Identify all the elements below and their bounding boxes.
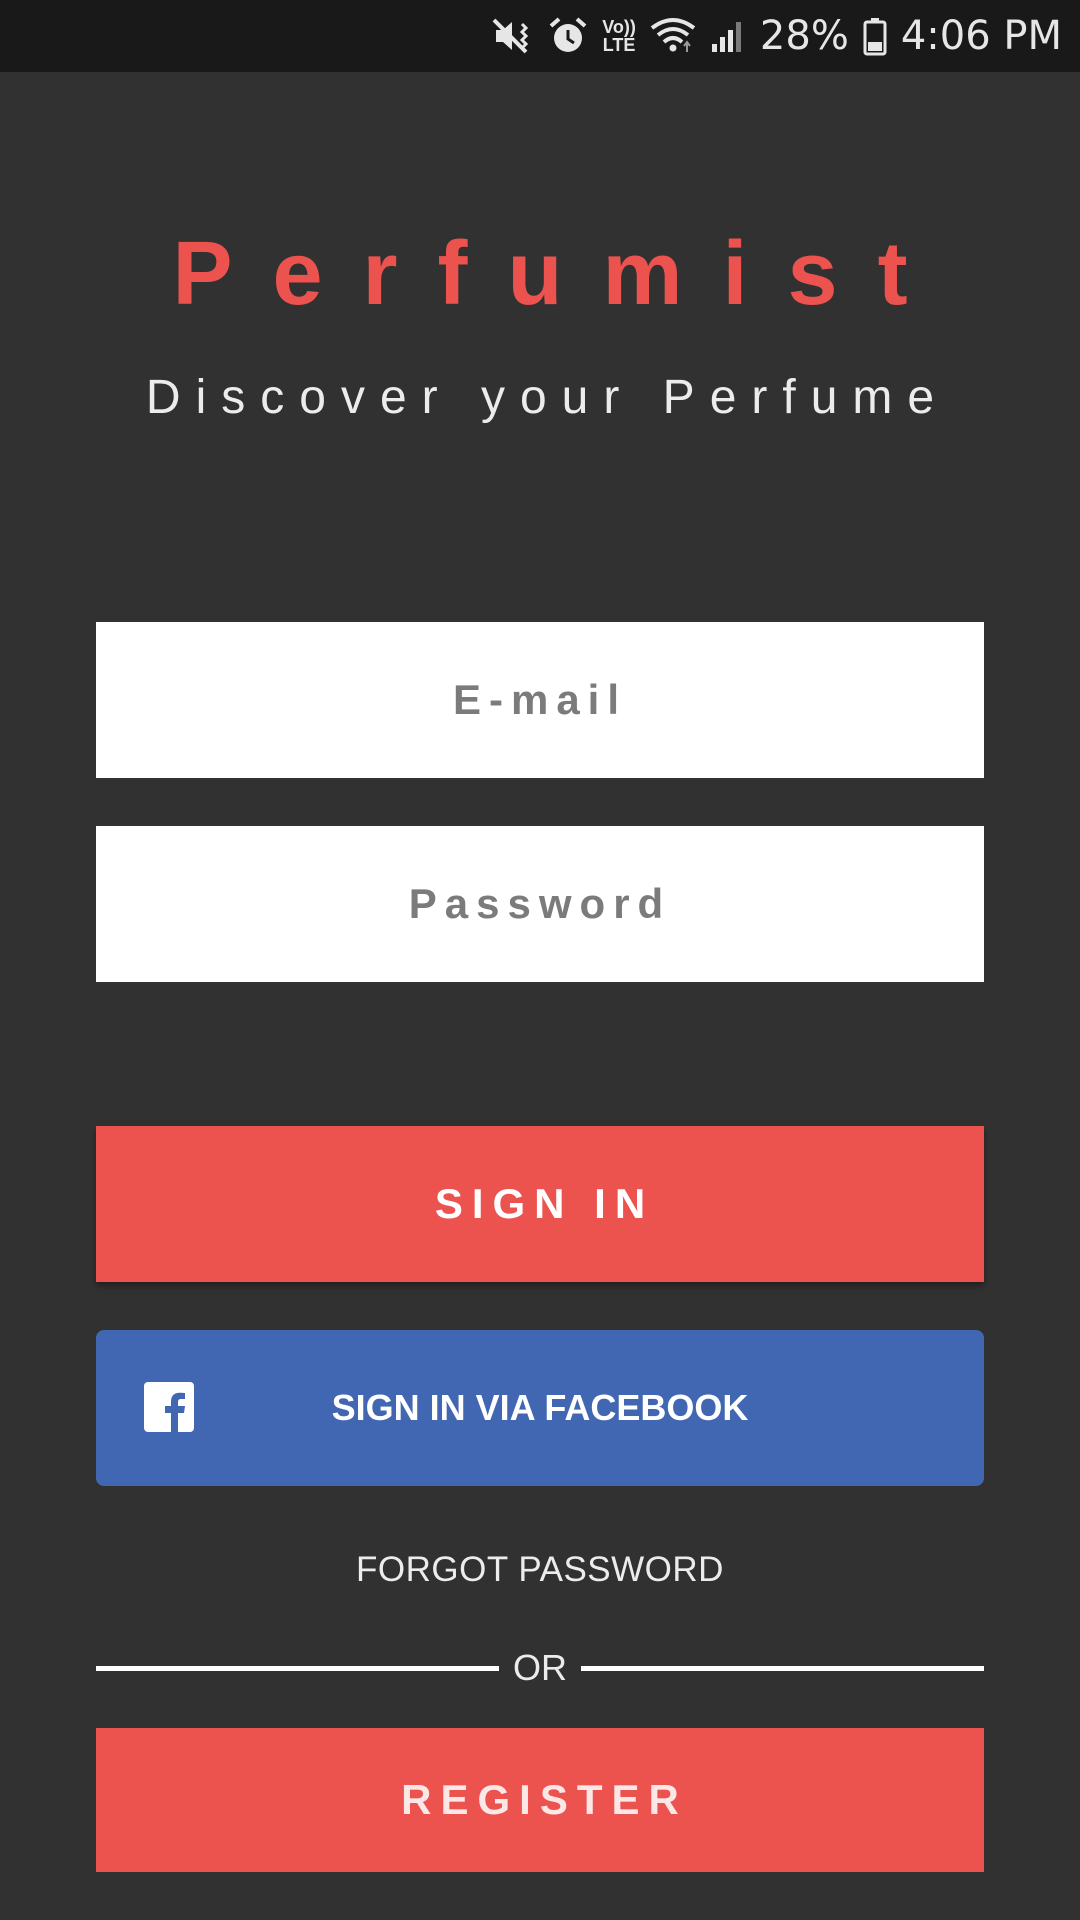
- app-title: Perfumist: [172, 224, 948, 324]
- facebook-sign-in-label: SIGN IN VIA FACEBOOK: [331, 1387, 749, 1428]
- email-field[interactable]: [96, 622, 984, 778]
- battery-icon: [863, 16, 887, 56]
- login-screen: Vo)) LTE 28% 4:06 PM Perfumist Discover …: [0, 0, 1080, 1920]
- status-icons: Vo)) LTE 28% 4:06 PM: [492, 0, 1062, 72]
- wifi-icon: [650, 16, 696, 56]
- forgot-password-link[interactable]: FORGOT PASSWORD: [0, 1550, 1080, 1590]
- divider-line-right: [581, 1665, 984, 1671]
- battery-percentage: 28%: [759, 13, 849, 59]
- clock: 4:06 PM: [900, 13, 1062, 59]
- volte-bottom-label: LTE: [602, 35, 636, 55]
- or-divider: OR: [96, 1647, 984, 1688]
- signal-icon: [710, 16, 746, 56]
- volte-top-label: Vo)): [602, 17, 636, 37]
- mute-vibrate-icon: [492, 16, 534, 56]
- facebook-sign-in-button[interactable]: SIGN IN VIA FACEBOOK: [96, 1330, 984, 1486]
- facebook-icon: [144, 1382, 194, 1432]
- divider-label: OR: [513, 1647, 567, 1688]
- divider-line-left: [96, 1665, 499, 1671]
- app-subtitle: Discover your Perfume: [145, 371, 950, 424]
- alarm-icon: [548, 16, 588, 56]
- volte-icon: Vo)) LTE: [602, 18, 636, 54]
- register-label: REGISTER: [401, 1776, 688, 1823]
- register-button[interactable]: REGISTER: [96, 1728, 984, 1872]
- status-bar: Vo)) LTE 28% 4:06 PM: [0, 0, 1080, 72]
- sign-in-button[interactable]: SIGN IN: [96, 1126, 984, 1282]
- password-field[interactable]: [96, 826, 984, 982]
- sign-in-label: SIGN IN: [434, 1180, 655, 1227]
